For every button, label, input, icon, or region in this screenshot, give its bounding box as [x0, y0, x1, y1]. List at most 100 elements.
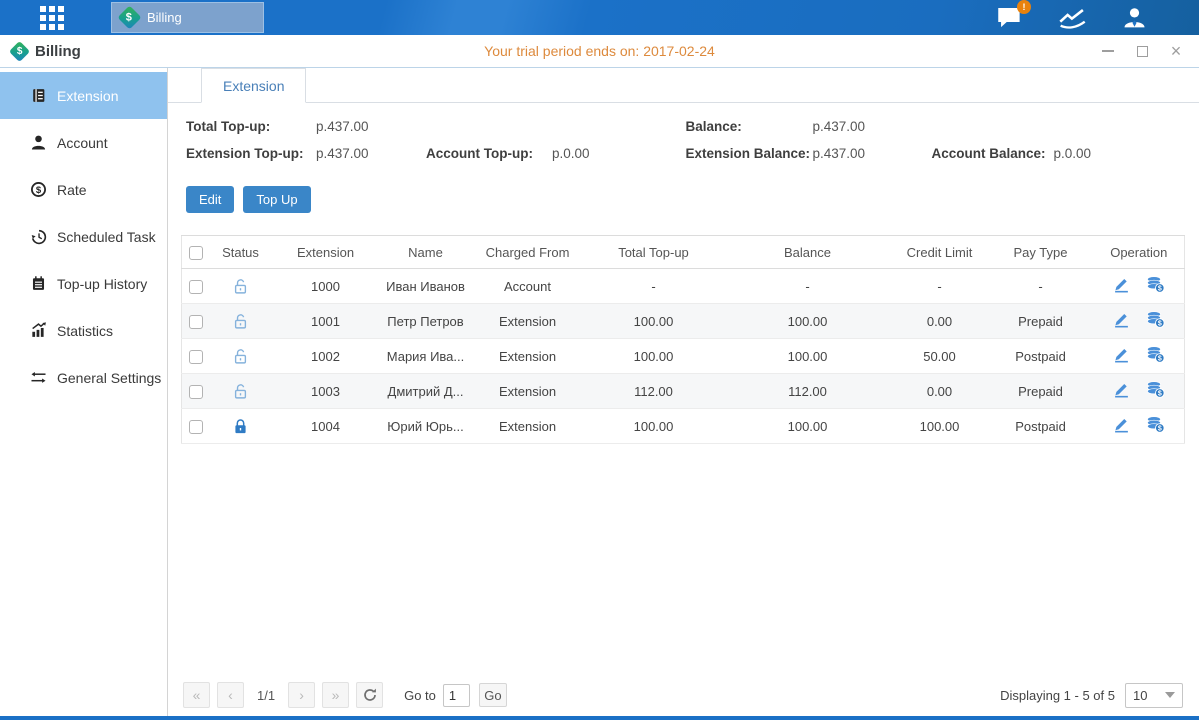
edit-row-icon[interactable] — [1113, 276, 1130, 293]
operation-cell-icons: $ — [1113, 311, 1165, 328]
edit-row-icon[interactable] — [1113, 311, 1130, 328]
cell-status — [210, 304, 272, 339]
topup-row-icon[interactable]: $ — [1146, 276, 1165, 293]
window-title: Billing — [35, 43, 81, 60]
column-header-name[interactable]: Name — [380, 236, 472, 269]
sidebar-item-label: Scheduled Task — [57, 229, 156, 245]
sidebar-item-label: Account — [57, 135, 108, 151]
column-header-extension[interactable]: Extension — [272, 236, 380, 269]
sidebar-item-rate[interactable]: $ Rate — [0, 166, 167, 213]
cell-operation: $ — [1094, 409, 1185, 444]
refresh-button[interactable] — [356, 682, 383, 708]
cell-balance: 112.00 — [724, 374, 892, 409]
topup-row-icon[interactable]: $ — [1146, 381, 1165, 398]
next-page-button[interactable]: › — [288, 682, 315, 708]
edit-button[interactable]: Edit — [186, 186, 234, 213]
topup-row-icon[interactable]: $ — [1146, 416, 1165, 433]
select-all-checkbox[interactable] — [189, 246, 203, 260]
column-header-operation[interactable]: Operation — [1094, 236, 1185, 269]
operation-cell-icons: $ — [1113, 346, 1165, 363]
table-row[interactable]: 1000Иван ИвановAccount---- $ — [182, 269, 1185, 304]
cell-extension: 1001 — [272, 304, 380, 339]
maximize-button[interactable] — [1135, 44, 1149, 58]
operation-cell-icons: $ — [1113, 416, 1165, 433]
row-checkbox[interactable] — [189, 315, 203, 329]
topup-row-icon[interactable]: $ — [1146, 311, 1165, 328]
minimize-button[interactable] — [1101, 44, 1115, 58]
column-header-balance[interactable]: Balance — [724, 236, 892, 269]
cell-charged-from: Extension — [472, 304, 584, 339]
account-person-icon — [30, 134, 47, 151]
last-page-button[interactable]: » — [322, 682, 349, 708]
balance-value: p.437.00 — [813, 119, 932, 134]
cell-pay-type: - — [988, 269, 1094, 304]
page-size-select[interactable]: 10 — [1125, 683, 1183, 708]
rate-dollar-icon: $ — [30, 181, 47, 198]
table-row[interactable]: 1004Юрий Юрь...Extension100.00100.00100.… — [182, 409, 1185, 444]
account-balance-label: Account Balance: — [932, 146, 1054, 161]
status-unlocked-icon — [232, 278, 249, 295]
cell-pay-type: Prepaid — [988, 374, 1094, 409]
account-balance-value: p.0.00 — [1054, 146, 1186, 161]
sidebar-item-general-settings[interactable]: General Settings — [0, 354, 167, 401]
operation-cell-icons: $ — [1113, 381, 1165, 398]
table-row[interactable]: 1002Мария Ива...Extension100.00100.0050.… — [182, 339, 1185, 374]
notifications-icon[interactable]: ! — [996, 6, 1023, 29]
row-checkbox[interactable] — [189, 350, 203, 364]
billing-window: $ Billing Your trial period ends on: 201… — [0, 35, 1199, 716]
cell-checkbox — [182, 409, 210, 444]
cell-checkbox — [182, 374, 210, 409]
cell-operation: $ — [1094, 269, 1185, 304]
topup-row-icon[interactable]: $ — [1146, 346, 1165, 363]
sidebar-item-scheduled-task[interactable]: Scheduled Task — [0, 213, 167, 260]
user-account-icon[interactable] — [1122, 7, 1147, 28]
reports-chart-icon[interactable] — [1059, 7, 1086, 29]
cell-credit-limit: 100.00 — [892, 409, 988, 444]
cell-extension: 1002 — [272, 339, 380, 374]
cell-credit-limit: 0.00 — [892, 304, 988, 339]
cell-checkbox — [182, 269, 210, 304]
balance-label: Balance: — [686, 119, 813, 134]
sidebar-item-topup-history[interactable]: Top-up History — [0, 260, 167, 307]
app-menu-icon[interactable] — [35, 4, 69, 32]
cell-balance: - — [724, 269, 892, 304]
table-row[interactable]: 1003Дмитрий Д...Extension112.00112.000.0… — [182, 374, 1185, 409]
extension-table: StatusExtensionNameCharged FromTotal Top… — [181, 235, 1185, 444]
row-checkbox[interactable] — [189, 420, 203, 434]
total-topup-value: p.437.00 — [316, 119, 426, 134]
go-button[interactable]: Go — [479, 683, 507, 707]
person-icon — [1122, 7, 1147, 28]
cell-operation: $ — [1094, 304, 1185, 339]
taskbar-item-billing[interactable]: $ Billing — [111, 2, 264, 33]
column-header-pay-type[interactable]: Pay Type — [988, 236, 1094, 269]
column-header-credit-limit[interactable]: Credit Limit — [892, 236, 988, 269]
column-header-charged-from[interactable]: Charged From — [472, 236, 584, 269]
goto-page-input[interactable] — [443, 684, 470, 707]
top-up-button[interactable]: Top Up — [243, 186, 310, 213]
row-checkbox[interactable] — [189, 280, 203, 294]
table-row[interactable]: 1001Петр ПетровExtension100.00100.000.00… — [182, 304, 1185, 339]
sidebar-item-extension[interactable]: Extension — [0, 72, 167, 119]
sidebar: Extension Account $ Rate — [0, 68, 168, 716]
row-checkbox[interactable] — [189, 385, 203, 399]
tab-extension[interactable]: Extension — [201, 68, 306, 103]
desktop-topbar: $ Billing ! — [0, 0, 1199, 35]
close-button[interactable]: × — [1169, 44, 1183, 58]
cell-credit-limit: 50.00 — [892, 339, 988, 374]
edit-row-icon[interactable] — [1113, 346, 1130, 363]
cell-operation: $ — [1094, 339, 1185, 374]
sidebar-item-statistics[interactable]: Statistics — [0, 307, 167, 354]
first-page-button[interactable]: « — [183, 682, 210, 708]
sidebar-item-account[interactable]: Account — [0, 119, 167, 166]
extension-topup-label: Extension Top-up: — [186, 146, 316, 161]
svg-text:$: $ — [36, 185, 42, 196]
column-header-status[interactable]: Status — [210, 236, 272, 269]
extension-ledger-icon — [30, 87, 47, 104]
status-locked-icon — [232, 418, 249, 435]
cell-credit-limit: 0.00 — [892, 374, 988, 409]
column-header-total-top-up[interactable]: Total Top-up — [584, 236, 724, 269]
edit-row-icon[interactable] — [1113, 381, 1130, 398]
prev-page-button[interactable]: ‹ — [217, 682, 244, 708]
cell-charged-from: Extension — [472, 374, 584, 409]
edit-row-icon[interactable] — [1113, 416, 1130, 433]
